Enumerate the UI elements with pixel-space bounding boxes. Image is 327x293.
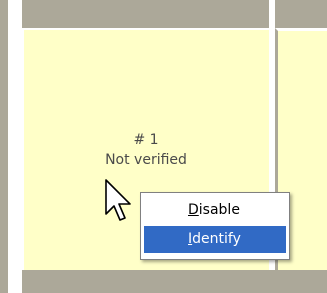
menu-item-identify[interactable]: Identify	[144, 226, 286, 253]
menu-item-disable[interactable]: Disable	[144, 197, 286, 224]
right-top-frame-band	[275, 0, 327, 28]
menu-item-disable-mnemonic: D	[188, 202, 199, 218]
monitor-status: Not verified	[105, 152, 187, 168]
bottom-frame-band	[22, 270, 327, 293]
top-frame-band	[22, 0, 269, 28]
monitor-number: # 1	[133, 132, 159, 148]
arrow-cursor-icon	[105, 179, 131, 221]
menu-item-disable-label-rest: isable	[198, 202, 240, 218]
menu-item-identify-label-rest: dentify	[192, 231, 241, 247]
monitor-info: # 1 Not verified	[86, 130, 206, 170]
context-menu: Disable Identify	[140, 192, 290, 260]
left-frame-bar	[0, 0, 8, 293]
left-frame-gap	[8, 0, 22, 293]
